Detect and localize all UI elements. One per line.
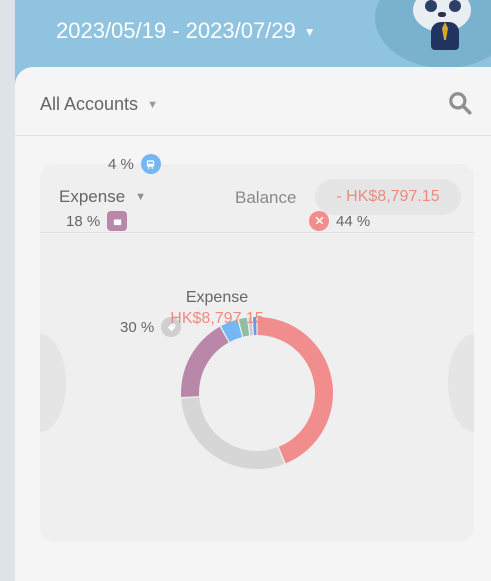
donut-segment-other-2[interactable] [248,317,253,336]
account-selector[interactable]: All Accounts ▼ [40,94,158,115]
date-range-text: 2023/05/19 - 2023/07/29 [56,18,296,43]
chevron-down-icon: ▼ [147,98,158,111]
balance-label: Balance [235,188,297,207]
chevron-down-icon: ▼ [303,25,316,39]
shopping-bag-icon [107,211,128,231]
mascot-left-eye [425,0,437,12]
tag-percentage-legend: 30 % [120,317,182,337]
account-filter-row: All Accounts ▼ [15,67,491,136]
bus-icon [140,154,161,174]
expense-chart-area [40,232,474,542]
tag-icon [161,317,182,337]
mascot-nose [438,12,446,17]
balance-value: - HK$8,797.15 [315,179,461,215]
transaction-type-label: Expense [59,187,126,206]
donut-hole [199,335,315,451]
date-range-selector[interactable]: 2023/05/19 - 2023/07/29 ▼ [56,18,316,44]
transaction-type-selector[interactable]: Expense ▼ [59,187,146,207]
donut-segment-other-3[interactable] [252,317,257,336]
mascot-illustration [375,0,491,68]
shopping-percentage: 18 % [66,212,101,230]
search-icon[interactable] [447,90,473,116]
expense-donut-chart [181,317,333,469]
shopping-percentage-legend: 18 % [66,211,128,231]
main-panel: All Accounts ▼ Expense ▼ Balance - HK$8,… [15,67,491,581]
utensils-icon [309,211,329,231]
account-selector-label: All Accounts [40,94,139,114]
tag-percentage: 30 % [120,318,155,336]
mascot-right-eye [449,0,461,12]
food-percentage-legend: 44 % [309,211,370,231]
bus-percentage: 4 % [108,155,134,173]
bus-percentage-legend: 4 % [108,154,161,174]
food-percentage: 44 % [336,212,371,230]
chevron-down-icon: ▼ [135,191,147,203]
